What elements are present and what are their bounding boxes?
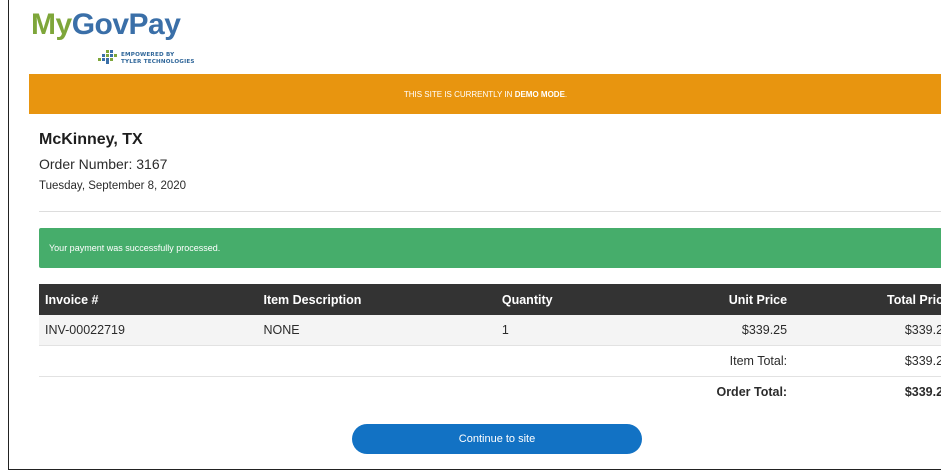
logo-tagline-text: EMPOWERED BY TYLER TECHNOLOGIES	[121, 52, 241, 66]
demo-banner-bold: DEMO MODE	[514, 89, 565, 99]
item-total-label: Item Total:	[650, 345, 788, 377]
logo-my-text: My	[31, 8, 72, 41]
header-item-description: Item Description	[263, 284, 502, 315]
alert-message: Your payment was successfully processed.	[49, 243, 221, 253]
order-total-row: Order Total: $339.25	[39, 376, 941, 407]
order-total-value: $339.25	[787, 376, 941, 407]
table-header-row: Invoice # Item Description Quantity Unit…	[39, 284, 941, 315]
header-unit-price: Unit Price	[650, 284, 788, 315]
order-total-label: Order Total:	[650, 376, 788, 407]
cell-total-price: $339.25	[787, 315, 941, 346]
tagline-line-2: TYLER TECHNOLOGIES	[121, 59, 195, 65]
item-total-row: Item Total: $339.25	[39, 345, 941, 377]
organization-name: McKinney, TX	[39, 131, 143, 148]
cell-quantity: 1	[501, 315, 651, 346]
table-row: INV-00022719 NONE 1 $339.25 $339.25	[39, 315, 941, 346]
header-total-price: Total Price	[787, 284, 941, 315]
cell-unit-price: $339.25	[650, 315, 788, 346]
order-date: Tuesday, September 8, 2020	[39, 180, 187, 192]
order-number: Order Number: 3167	[39, 156, 168, 172]
receipt-page: MyGovPay EMPOWERED BY TYLER TECHNOLOGIES	[8, 0, 941, 470]
continue-to-site-button[interactable]: Continue to site	[352, 424, 642, 454]
item-total-value: $339.25	[787, 345, 941, 377]
logo-wordmark: MyGovPay	[31, 8, 181, 42]
demo-banner-text: THIS SITE IS CURRENTLY IN	[403, 89, 515, 99]
mygovpay-logo[interactable]: MyGovPay EMPOWERED BY TYLER TECHNOLOGIES	[31, 8, 211, 68]
tyler-dots-icon	[98, 50, 117, 64]
header-invoice: Invoice #	[39, 284, 264, 315]
demo-banner-period: .	[564, 89, 568, 99]
logo-govpay-text: GovPay	[71, 8, 181, 41]
divider	[39, 211, 941, 212]
cell-invoice: INV-00022719	[39, 315, 264, 346]
header-quantity: Quantity	[501, 284, 651, 315]
cell-description: NONE	[263, 315, 502, 346]
invoice-table: Invoice # Item Description Quantity Unit…	[39, 284, 941, 407]
demo-mode-banner: THIS SITE IS CURRENTLY IN DEMO MODE.	[29, 74, 941, 114]
tagline-line-1: EMPOWERED BY	[121, 52, 175, 58]
payment-success-alert: Your payment was successfully processed.	[39, 228, 941, 268]
